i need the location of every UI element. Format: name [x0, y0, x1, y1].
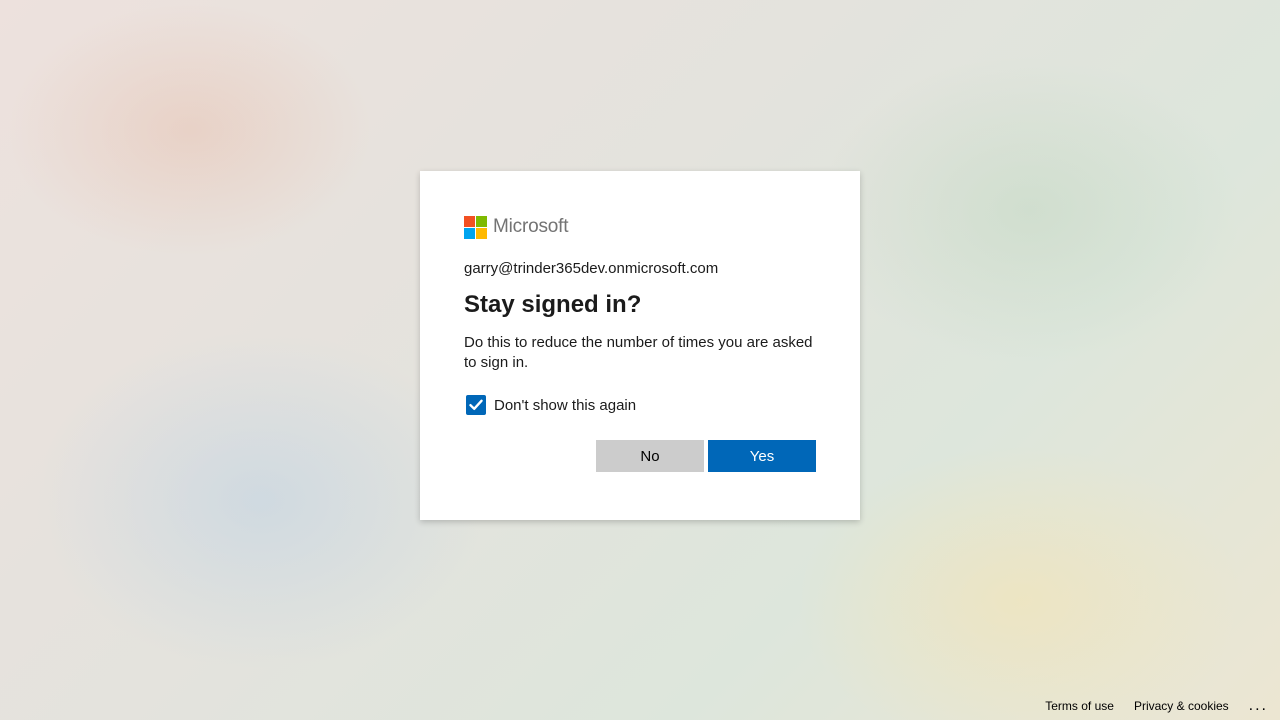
terms-of-use-link[interactable]: Terms of use [1045, 699, 1114, 713]
sign-in-dialog: Microsoft garry@trinder365dev.onmicrosof… [420, 171, 860, 520]
footer: Terms of use Privacy & cookies ... [1045, 692, 1280, 720]
microsoft-logo-icon [464, 215, 487, 239]
yes-button[interactable]: Yes [708, 440, 816, 472]
more-options-icon[interactable]: ... [1249, 698, 1268, 714]
dialog-description: Do this to reduce the number of times yo… [464, 334, 813, 371]
no-button[interactable]: No [596, 440, 704, 472]
page-title: Stay signed in? [464, 291, 642, 318]
privacy-cookies-link[interactable]: Privacy & cookies [1134, 699, 1229, 713]
dont-show-again-label[interactable]: Don't show this again [494, 397, 636, 414]
microsoft-logo: Microsoft [464, 215, 816, 239]
account-identity: garry@trinder365dev.onmicrosoft.com [464, 260, 719, 277]
dont-show-again-row: Don't show this again [464, 395, 816, 415]
checkmark-icon [469, 399, 483, 410]
brand-name: Microsoft [493, 216, 569, 237]
button-row: No Yes [464, 440, 816, 472]
dont-show-again-checkbox[interactable] [466, 395, 486, 415]
